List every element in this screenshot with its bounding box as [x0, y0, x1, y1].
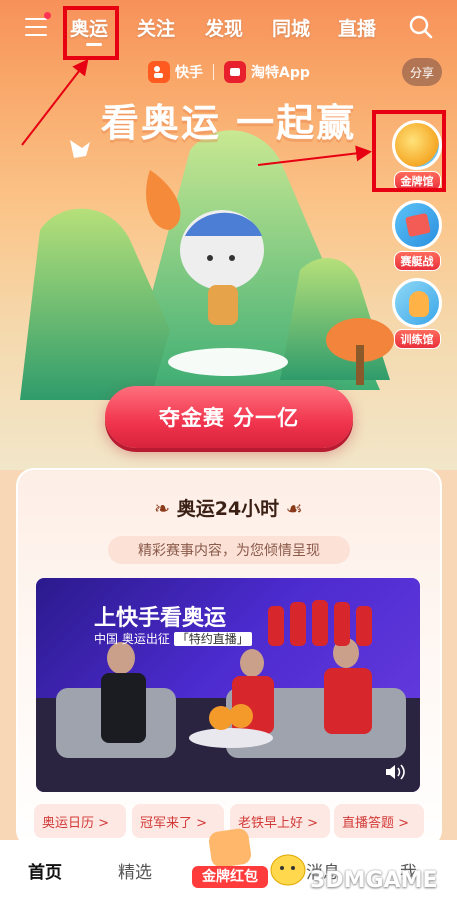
annotation-box-olympics-tab	[63, 6, 119, 60]
live-video-card[interactable]: 上快手看奥运 中国 奥运出征 「特约直播」	[36, 578, 420, 792]
nav-tab-discover[interactable]: 发现	[205, 14, 243, 41]
title-leaf-right-icon: ☙	[279, 498, 303, 520]
training-icon	[392, 278, 442, 328]
menu-icon[interactable]	[25, 18, 47, 36]
side-entry-label: 赛艇战	[393, 251, 441, 271]
kuaishou-logo-icon	[148, 61, 170, 83]
video-subtitle-prefix: 中国	[94, 632, 119, 646]
watermark-mascot-icon	[270, 854, 306, 886]
watermark: 3DMGAME	[310, 868, 438, 893]
section-title: ❧ 奥运24小时 ☙	[0, 494, 457, 521]
nav-tab-follow[interactable]: 关注	[137, 14, 175, 41]
annotation-box-gold-hall	[372, 110, 446, 192]
video-subtitle-mid: 奥运出征	[121, 632, 170, 646]
section-title-text: 奥运24小时	[176, 498, 280, 520]
side-entry-training[interactable]: 训练馆	[388, 278, 446, 349]
tab-gold-red-packet[interactable]: 金牌红包	[192, 827, 268, 896]
nav-tab-nearby[interactable]: 同城	[272, 14, 310, 41]
video-title: 上快手看奥运	[94, 606, 227, 631]
video-subtitle: 中国 奥运出征 「特约直播」	[94, 630, 252, 647]
notification-dot	[44, 12, 51, 19]
chip-olympic-calendar[interactable]: 奥运日历 >	[34, 804, 126, 838]
tab-home[interactable]: 首页	[28, 858, 62, 883]
gold-race-button[interactable]: 夺金赛 分一亿	[105, 386, 353, 448]
nav-tab-live[interactable]: 直播	[338, 14, 376, 41]
video-subtitle-tag: 「特约直播」	[173, 632, 252, 646]
rowing-icon	[392, 200, 442, 250]
section-subtitle: 精彩赛事内容，为您倾情呈现	[108, 536, 350, 564]
tab-featured[interactable]: 精选	[118, 858, 152, 883]
red-packet-icon	[207, 827, 253, 869]
title-leaf-left-icon: ❧	[154, 498, 177, 520]
volume-icon[interactable]	[384, 762, 406, 782]
taote-logo-icon	[224, 61, 246, 83]
search-icon[interactable]	[408, 14, 434, 40]
brand-row: 快手 淘特App	[148, 60, 310, 84]
side-entry-label: 训练馆	[393, 329, 441, 349]
side-entry-rowing[interactable]: 赛艇战	[388, 200, 446, 271]
chip-live-quiz[interactable]: 直播答题 >	[334, 804, 424, 838]
tab-gold-red-packet-label: 金牌红包	[192, 866, 268, 888]
taote-brand-name: 淘特App	[251, 65, 310, 81]
brand-divider	[213, 64, 214, 80]
kuaishou-brand-name: 快手	[175, 65, 203, 81]
share-button[interactable]: 分享	[402, 58, 442, 86]
